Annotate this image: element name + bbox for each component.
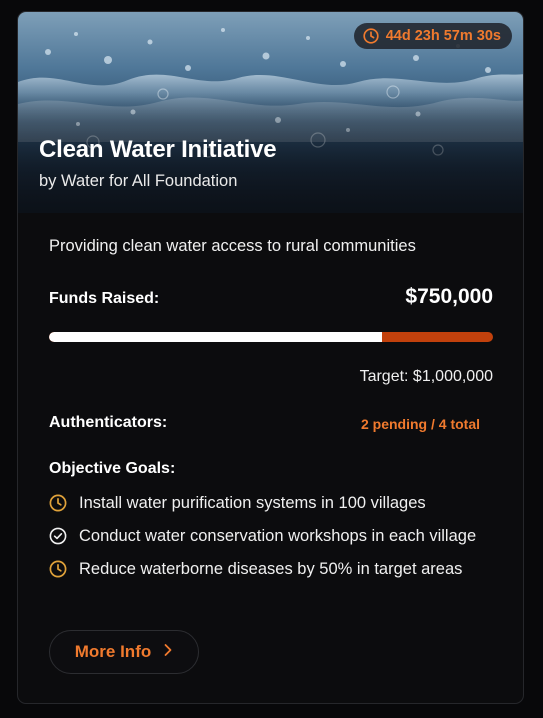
goal-item: Conduct water conservation workshops in … [49, 524, 494, 550]
campaign-card: 44d 23h 57m 30s Clean Water Initiative b… [17, 11, 524, 704]
goal-text: Install water purification systems in 10… [79, 494, 426, 512]
funding-progress-fill [49, 332, 382, 342]
hero-image: 44d 23h 57m 30s Clean Water Initiative b… [18, 12, 523, 213]
goal-item: Reduce waterborne diseases by 50% in tar… [49, 557, 494, 583]
more-info-button[interactable]: More Info [49, 630, 199, 674]
goal-text: Reduce waterborne diseases by 50% in tar… [79, 560, 463, 578]
authenticators-status: 2 pending / 4 total [360, 416, 480, 432]
funds-raised-label: Funds Raised: [49, 290, 160, 307]
funding-progress-bar [49, 332, 493, 342]
campaign-organizer: by Water for All Foundation [39, 172, 238, 190]
objective-goals-label: Objective Goals: [49, 460, 176, 477]
goal-item: Install water purification systems in 10… [49, 491, 494, 517]
goal-text: Conduct water conservation workshops in … [79, 527, 477, 545]
authenticators-label: Authenticators: [49, 414, 168, 431]
campaign-description: Providing clean water access to rural co… [49, 237, 416, 255]
check-circle-icon [49, 527, 67, 550]
goals-list: Install water purification systems in 10… [49, 491, 494, 590]
clock-icon [363, 28, 379, 44]
funding-target: Target: $1,000,000 [359, 368, 493, 385]
countdown-text: 44d 23h 57m 30s [385, 28, 501, 44]
countdown-badge: 44d 23h 57m 30s [353, 23, 512, 49]
funds-raised-value: $750,000 [405, 285, 493, 308]
chevron-right-icon [163, 642, 173, 662]
more-info-label: More Info [74, 642, 152, 661]
clock-icon [49, 560, 67, 583]
campaign-title: Clean Water Initiative [39, 136, 277, 163]
clock-icon [49, 494, 67, 517]
